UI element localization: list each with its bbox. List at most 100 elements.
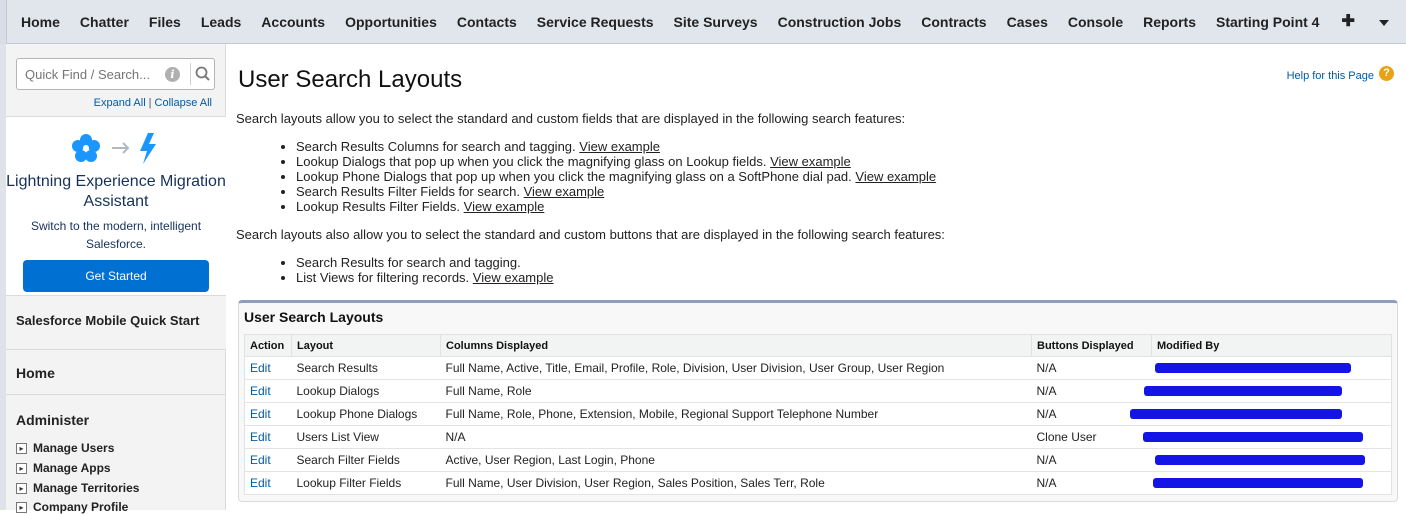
modified-by-cell bbox=[1151, 448, 1392, 472]
tab-site-surveys[interactable]: Site Surveys bbox=[664, 0, 768, 44]
columns-cell: Active, User Region, Last Login, Phone bbox=[440, 448, 1032, 472]
edit-link[interactable]: Edit bbox=[250, 430, 271, 444]
feature-text: Search Results for search and tagging. bbox=[296, 255, 521, 270]
lightning-bolt-icon bbox=[140, 133, 156, 164]
columns-cell: Full Name, Role bbox=[440, 379, 1032, 403]
migration-graphic bbox=[68, 131, 168, 165]
action-cell: Edit bbox=[244, 448, 292, 472]
migration-subtitle: Switch to the modern, intelligent Salesf… bbox=[30, 219, 202, 251]
expand-icon[interactable]: ▸ bbox=[16, 502, 27, 513]
tab-cases[interactable]: Cases bbox=[997, 0, 1058, 44]
mobile-quick-start-section[interactable]: Salesforce Mobile Quick Start bbox=[6, 296, 226, 350]
modified-by-cell bbox=[1151, 356, 1392, 380]
sidebar-item-manage-territories[interactable]: ▸ Manage Territories bbox=[16, 481, 139, 495]
tab-console[interactable]: Console bbox=[1058, 0, 1133, 44]
modified-by-cell bbox=[1151, 471, 1392, 495]
help-icon[interactable]: ? bbox=[1379, 66, 1394, 81]
action-cell: Edit bbox=[244, 471, 292, 495]
help-link[interactable]: Help for this Page bbox=[1287, 70, 1374, 82]
sidebar: i Expand All|Collapse All Lightning Expe… bbox=[0, 44, 226, 514]
sidebar-item-manage-apps[interactable]: ▸ Manage Apps bbox=[16, 461, 111, 475]
tab-service-requests[interactable]: Service Requests bbox=[527, 0, 664, 44]
table-header-row: Action Layout Columns Displayed Buttons … bbox=[244, 334, 1392, 357]
edit-link[interactable]: Edit bbox=[250, 361, 271, 375]
feature-text: Lookup Phone Dialogs that pop up when yo… bbox=[296, 169, 852, 184]
list-item: Search Results Filter Fields for search.… bbox=[296, 184, 936, 199]
edit-link[interactable]: Edit bbox=[250, 384, 271, 398]
layout-cell: Users List View bbox=[291, 425, 441, 449]
buttons-cell: Clone User bbox=[1031, 425, 1152, 449]
search-icon[interactable] bbox=[193, 64, 213, 84]
buttons-cell: N/A bbox=[1031, 356, 1152, 380]
tab-opportunities[interactable]: Opportunities bbox=[335, 0, 447, 44]
tab-home[interactable]: Home bbox=[11, 0, 70, 44]
caret-down-icon[interactable] bbox=[1367, 0, 1401, 44]
layout-cell: Lookup Filter Fields bbox=[291, 471, 441, 495]
edit-link[interactable]: Edit bbox=[250, 407, 271, 421]
buttons-cell: N/A bbox=[1031, 471, 1152, 495]
list-item: Search Results Columns for search and ta… bbox=[296, 139, 936, 154]
table-row: Edit Search Results Full Name, Active, T… bbox=[244, 356, 1392, 380]
sidebar-item-company-profile[interactable]: ▸ Company Profile bbox=[16, 500, 128, 514]
table-row: Edit Users List View N/A Clone User bbox=[244, 425, 1392, 449]
view-example-link[interactable]: View example bbox=[855, 169, 936, 184]
list-item: List Views for filtering records. View e… bbox=[296, 270, 554, 285]
columns-cell: Full Name, User Division, User Region, S… bbox=[440, 471, 1032, 495]
expand-all-link[interactable]: Expand All bbox=[94, 97, 146, 109]
columns-cell: N/A bbox=[440, 425, 1032, 449]
quick-find-box: i bbox=[16, 58, 215, 90]
redaction-mark bbox=[1143, 386, 1342, 396]
view-example-link[interactable]: View example bbox=[473, 270, 554, 285]
table-row: Edit Lookup Filter Fields Full Name, Use… bbox=[244, 471, 1392, 495]
link-separator: | bbox=[148, 97, 152, 109]
tab-construction-jobs[interactable]: Construction Jobs bbox=[768, 0, 912, 44]
tab-starting-point-4[interactable]: Starting Point 4 bbox=[1206, 0, 1329, 44]
layout-cell: Lookup Dialogs bbox=[291, 379, 441, 403]
edit-link[interactable]: Edit bbox=[250, 476, 271, 490]
layout-cell: Search Results bbox=[291, 356, 441, 380]
sidebar-item-manage-users[interactable]: ▸ Manage Users bbox=[16, 441, 114, 455]
mobile-quick-start-heading[interactable]: Salesforce Mobile Quick Start bbox=[16, 313, 200, 328]
table-row: Edit Lookup Phone Dialogs Full Name, Rol… bbox=[244, 402, 1392, 426]
feature-text: Lookup Dialogs that pop up when you clic… bbox=[296, 154, 767, 169]
tab-files[interactable]: Files bbox=[139, 0, 191, 44]
tab-chatter[interactable]: Chatter bbox=[70, 0, 139, 44]
intro-buttons-text: Search layouts also allow you to select … bbox=[236, 227, 945, 242]
search-layouts-block: User Search Layouts Action Layout Column… bbox=[238, 300, 1398, 502]
view-example-link[interactable]: View example bbox=[464, 199, 545, 214]
expand-icon[interactable]: ▸ bbox=[16, 483, 27, 494]
redaction-mark bbox=[1129, 409, 1342, 419]
edit-link[interactable]: Edit bbox=[250, 453, 271, 467]
view-example-link[interactable]: View example bbox=[524, 184, 605, 199]
view-example-link[interactable]: View example bbox=[770, 154, 851, 169]
plus-icon[interactable]: ✚ bbox=[1329, 0, 1366, 44]
tab-contacts[interactable]: Contacts bbox=[447, 0, 527, 44]
expand-icon[interactable]: ▸ bbox=[16, 463, 27, 474]
quick-find-input[interactable] bbox=[25, 65, 160, 83]
get-started-button[interactable]: Get Started bbox=[23, 260, 209, 292]
home-section[interactable]: Home bbox=[6, 350, 226, 395]
view-example-link[interactable]: View example bbox=[579, 139, 660, 154]
tab-reports[interactable]: Reports bbox=[1133, 0, 1206, 44]
sidebar-item-label: Manage Users bbox=[33, 441, 115, 455]
redaction-mark bbox=[1154, 363, 1351, 373]
home-heading[interactable]: Home bbox=[16, 365, 55, 381]
tab-accounts[interactable]: Accounts bbox=[251, 0, 335, 44]
info-icon[interactable]: i bbox=[165, 67, 180, 82]
administer-section: Administer ▸ Manage Users ▸ Manage Apps ▸ M… bbox=[6, 395, 226, 514]
redaction-mark bbox=[1152, 478, 1363, 488]
tab-contracts[interactable]: Contracts bbox=[911, 0, 996, 44]
expand-collapse-links: Expand All | Collapse All bbox=[94, 97, 212, 109]
tab-leads[interactable]: Leads bbox=[191, 0, 251, 44]
main-content: User Search Layouts Help for this Page ?… bbox=[236, 44, 1406, 510]
column-header-modified-by: Modified By bbox=[1151, 334, 1392, 357]
modified-by-cell bbox=[1142, 425, 1392, 449]
column-header-buttons: Buttons Displayed bbox=[1031, 334, 1152, 357]
action-cell: Edit bbox=[244, 425, 292, 449]
layout-cell: Lookup Phone Dialogs bbox=[291, 402, 441, 426]
expand-icon[interactable]: ▸ bbox=[16, 443, 27, 454]
feature-text: List Views for filtering records. bbox=[296, 270, 470, 285]
nav-left-edge bbox=[0, 0, 7, 44]
modified-by-cell bbox=[1143, 379, 1392, 403]
collapse-all-link[interactable]: Collapse All bbox=[155, 97, 212, 109]
